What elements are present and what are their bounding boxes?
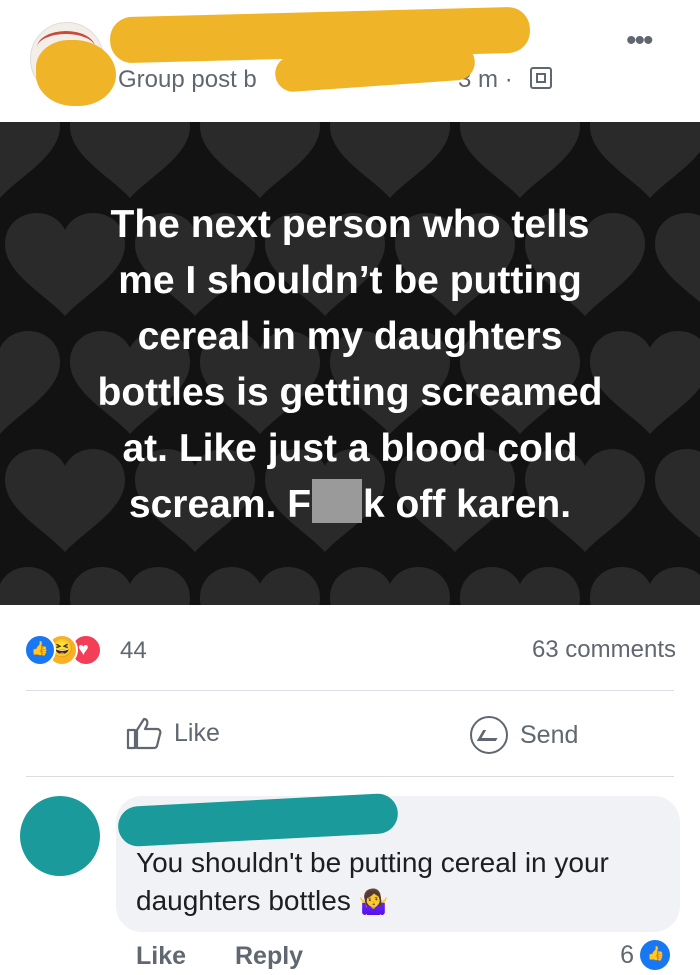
heart-shape xyxy=(655,213,700,316)
thumbs-up-icon xyxy=(126,717,162,750)
heart-shape xyxy=(460,122,580,198)
divider xyxy=(26,690,674,691)
like-reaction-icon xyxy=(24,634,56,666)
post-text-fragment: scream. F xyxy=(128,483,312,526)
post-header: Group post b 3 m · ••• xyxy=(0,0,700,120)
heart-shape xyxy=(655,449,700,552)
comment-like-count[interactable]: 6 xyxy=(620,940,670,970)
censor-block xyxy=(312,479,363,523)
comment-count[interactable]: 63 comments xyxy=(532,636,676,664)
like-reaction-icon xyxy=(640,940,670,970)
heart-shape xyxy=(0,567,60,605)
heart-shape xyxy=(0,122,60,198)
group-post-by-label: Group post b xyxy=(118,66,257,93)
send-label: Send xyxy=(520,720,579,749)
comment-text: You shouldn't be putting cereal in your … xyxy=(136,844,656,922)
heart-shape xyxy=(200,567,320,605)
reaction-count: 44 xyxy=(120,637,147,664)
comment-actions: Like Reply xyxy=(136,942,345,971)
like-button[interactable]: Like xyxy=(126,716,220,750)
post-text-line: at. Like just a blood cold xyxy=(122,427,578,470)
heart-shape xyxy=(200,122,320,198)
post-text-line: me I shouldn’t be putting xyxy=(118,259,582,302)
post-text-fragment: k off karen. xyxy=(363,483,572,526)
post-text-line: scream. F k off karen. xyxy=(40,477,660,533)
messenger-icon xyxy=(470,716,508,754)
heart-shape xyxy=(460,567,580,605)
comment-like-number: 6 xyxy=(620,940,634,969)
post-text: The next person who tells me I shouldn’t… xyxy=(40,197,660,533)
heart-shape xyxy=(330,567,450,605)
shrug-emoji-icon: 🤷‍♀️ xyxy=(358,889,389,916)
post-image[interactable]: The next person who tells me I shouldn’t… xyxy=(0,122,700,605)
heart-shape xyxy=(330,122,450,198)
send-button[interactable]: Send xyxy=(470,716,578,754)
like-label: Like xyxy=(174,718,220,747)
post-text-line: The next person who tells xyxy=(110,203,590,246)
comment-like-button[interactable]: Like xyxy=(136,942,186,970)
meta-separator: · xyxy=(504,66,513,93)
group-icon xyxy=(530,67,552,89)
more-dots-icon[interactable]: ••• xyxy=(626,26,653,56)
heart-shape xyxy=(590,567,700,605)
commenter-avatar-redaction[interactable] xyxy=(20,796,100,876)
heart-shape xyxy=(70,567,190,605)
author-avatar-redaction xyxy=(36,40,116,106)
divider xyxy=(26,776,674,777)
heart-shape xyxy=(70,122,190,198)
post-text-line: bottles is getting screamed xyxy=(97,371,603,414)
heart-shape xyxy=(590,122,700,198)
comment-reply-button[interactable]: Reply xyxy=(235,942,303,970)
post-text-line: cereal in my daughters xyxy=(137,315,563,358)
